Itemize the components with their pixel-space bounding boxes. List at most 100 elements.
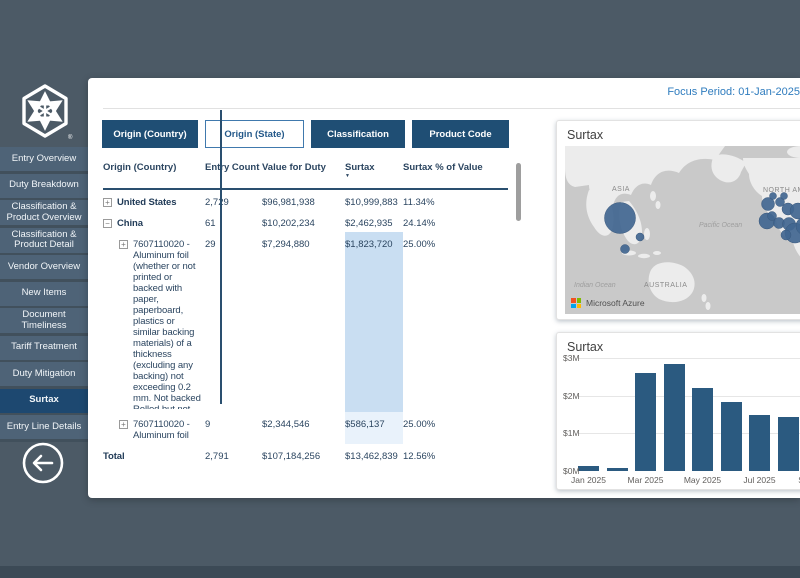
y-tick-label: $2M <box>563 391 580 401</box>
cell-surtax: $10,999,883 <box>345 190 403 211</box>
map-card: Surtax <box>556 120 800 320</box>
sidebar-item-classification-product-overview[interactable]: Classification & Product Overview <box>0 200 88 225</box>
bar-jan-2025[interactable] <box>578 466 599 471</box>
cell-entry-count: 9 <box>205 412 262 444</box>
bottom-strip <box>0 566 800 578</box>
cell-entry-count: 2,791 <box>205 444 262 465</box>
bar-aug-2025[interactable] <box>778 417 799 471</box>
cell-surtax-pct: 25.00% <box>403 232 493 412</box>
map-bubble-china[interactable] <box>605 203 636 234</box>
cell-entry-count: 61 <box>205 211 262 232</box>
tab-product-code[interactable]: Product Code <box>412 120 509 148</box>
table-row[interactable]: + United States 2,729$96,981,938$10,999,88… <box>103 190 508 211</box>
cell-surtax: $2,462,935 <box>345 211 403 232</box>
sidebar-item-duty-breakdown[interactable]: Duty Breakdown <box>0 174 88 198</box>
sidebar-item-entry-overview[interactable]: Entry Overview <box>0 147 88 171</box>
map-label-indian-ocean: Indian Ocean <box>574 282 616 289</box>
bar-chart-title: Surtax <box>557 333 800 358</box>
cell-value-for-duty: $2,344,546 <box>262 412 345 444</box>
row-label: 7607110020 - Aluminum foil (whether or n… <box>133 239 201 409</box>
bar-plot: Jan 2025Mar 2025May 2025Jul 2025Sep 2025 <box>578 358 800 471</box>
expand-icon[interactable]: + <box>103 198 112 207</box>
column-header-surtax[interactable]: Surtax▼ <box>345 158 403 188</box>
x-tick-label: Mar 2025 <box>628 475 664 485</box>
sidebar-item-surtax[interactable]: Surtax <box>0 389 88 413</box>
focus-period-label: Focus Period: 01-Jan-2025 <box>667 86 800 98</box>
sidebar-item-vendor-overview[interactable]: Vendor Overview <box>0 255 88 279</box>
map-label-australia: AUSTRALIA <box>644 282 687 289</box>
map-bubble-philippines[interactable] <box>636 233 644 241</box>
expand-icon[interactable]: + <box>119 240 128 249</box>
gridline <box>578 396 800 397</box>
column-header-value-for-duty[interactable]: Value for Duty <box>262 158 345 188</box>
cell-value-for-duty: $7,294,880 <box>262 232 345 412</box>
sort-desc-icon: ▼ <box>345 173 403 179</box>
expand-icon[interactable]: + <box>119 420 128 429</box>
x-tick-label: Jan 2025 <box>571 475 606 485</box>
cell-value-for-duty: $96,981,938 <box>262 190 345 211</box>
y-tick-label: $3M <box>563 353 580 363</box>
table-row[interactable]: +7607110020 - Aluminum foil (whether or … <box>103 232 508 412</box>
table-scrollbar[interactable] <box>516 163 521 221</box>
tab-classification[interactable]: Classification <box>311 120 405 148</box>
surtax-matrix: Origin (Country)Entry CountValue for Dut… <box>103 158 508 465</box>
bar-chart-area: Jan 2025Mar 2025May 2025Jul 2025Sep 2025… <box>557 358 800 489</box>
world-map: ASIANORTH AMERICAAUSTRALIAPacific OceanI… <box>565 146 800 314</box>
cell-entry-count: 2,729 <box>205 190 262 211</box>
azure-attribution: Microsoft Azure <box>571 298 645 308</box>
column-header-surtax-of-value[interactable]: Surtax % of Value <box>403 158 493 188</box>
row-label: United States <box>117 197 176 208</box>
cell-surtax-pct: 11.34% <box>403 190 493 211</box>
back-arrow-icon <box>21 441 65 485</box>
sidebar-item-document-timeliness[interactable]: Document Timeliness <box>0 308 88 333</box>
gridline <box>578 358 800 359</box>
cell-surtax-pct: 24.14% <box>403 211 493 232</box>
sidebar-item-classification-product-detail[interactable]: Classification & Product Detail <box>0 228 88 253</box>
world-map-svg: ASIANORTH AMERICAAUSTRALIAPacific OceanI… <box>565 146 800 314</box>
tab-origin-country[interactable]: Origin (Country) <box>102 120 198 148</box>
report-canvas: Focus Period: 01-Jan-2025 Origin (Countr… <box>88 78 800 498</box>
map-label-north-america: NORTH AMERICA <box>763 187 800 194</box>
table-row[interactable]: −China61$10,202,234$2,462,93524.14% <box>103 211 508 232</box>
map-label-pacific-ocean: Pacific Ocean <box>699 222 742 229</box>
row-label: China <box>117 218 143 229</box>
column-divider <box>220 110 222 404</box>
collapse-icon[interactable]: − <box>103 219 112 228</box>
column-header-entry-count[interactable]: Entry Count <box>205 158 262 188</box>
table-row-total[interactable]: Total2,791$107,184,256$13,462,83912.56% <box>103 444 508 465</box>
map-bubble-vietnam[interactable] <box>621 245 630 254</box>
sidebar-item-tariff-treatment[interactable]: Tariff Treatment <box>0 336 88 360</box>
sidebar-item-duty-mitigation[interactable]: Duty Mitigation <box>0 362 88 386</box>
map-bubble-us-9[interactable] <box>781 230 791 240</box>
column-header-origin-country[interactable]: Origin (Country) <box>103 158 205 188</box>
bar-feb-2025[interactable] <box>607 468 628 471</box>
x-tick-label: Jul 2025 <box>743 475 775 485</box>
bar-jun-2025[interactable] <box>721 402 742 471</box>
map-bubble-us-12[interactable] <box>781 193 788 200</box>
sidebar-item-entry-line-details[interactable]: Entry Line Details <box>0 415 88 439</box>
cell-surtax: $586,137 <box>345 412 403 444</box>
sidebar-item-new-items[interactable]: New Items <box>0 282 88 306</box>
y-tick-label: $0M <box>563 466 580 476</box>
cell-surtax: $13,462,839 <box>345 444 403 465</box>
bar-chart-card: Surtax Jan 2025Mar 2025May 2025Jul 2025S… <box>556 332 800 490</box>
row-label: Total <box>103 451 125 462</box>
header-divider <box>103 108 800 109</box>
table-header-row: Origin (Country)Entry CountValue for Dut… <box>103 158 508 190</box>
map-bubble-us-11[interactable] <box>770 193 777 200</box>
bar-may-2025[interactable] <box>692 388 713 471</box>
cell-surtax: $1,823,720 <box>345 232 403 412</box>
bar-mar-2025[interactable] <box>635 373 656 471</box>
app-logo-icon: ® <box>16 82 74 142</box>
back-button[interactable] <box>21 441 65 485</box>
bar-apr-2025[interactable] <box>664 364 685 471</box>
bar-jul-2025[interactable] <box>749 415 770 472</box>
map-card-title: Surtax <box>557 121 800 146</box>
cell-surtax-pct: 12.56% <box>403 444 493 465</box>
map-bubble-us-10[interactable] <box>768 212 777 221</box>
sidebar: ® Entry OverviewDuty BreakdownClassifica… <box>0 0 88 578</box>
sidebar-nav: Entry OverviewDuty BreakdownClassificati… <box>0 147 88 442</box>
cell-entry-count: 29 <box>205 232 262 412</box>
microsoft-logo-icon <box>571 298 581 308</box>
table-row[interactable]: +7607110020 - Aluminum foil9$2,344,546$5… <box>103 412 508 444</box>
